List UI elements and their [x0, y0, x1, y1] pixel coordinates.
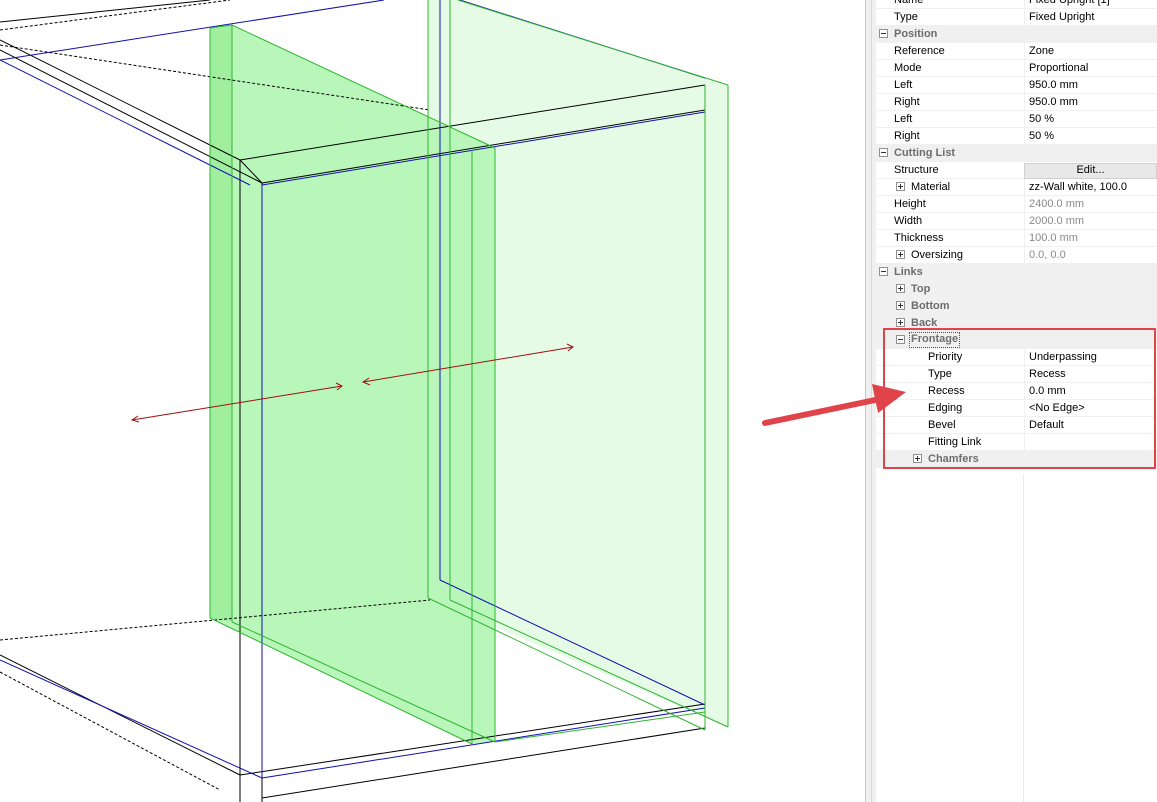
- front-panel-side: [210, 25, 232, 622]
- property-row-thickness[interactable]: Thickness 100.0 mm: [876, 230, 1157, 247]
- category-position[interactable]: Position: [876, 26, 1157, 43]
- property-row-right[interactable]: Right 950.0 mm: [876, 94, 1157, 111]
- property-label: Height: [894, 198, 926, 210]
- property-label: Right: [894, 130, 920, 142]
- property-row-material[interactable]: Material zz-Wall white, 100.0: [876, 179, 1157, 196]
- property-label: Top: [911, 283, 931, 295]
- property-label: Right: [894, 96, 920, 108]
- property-label: Links: [894, 266, 923, 278]
- property-row-height[interactable]: Height 2400.0 mm: [876, 196, 1157, 213]
- property-value[interactable]: 2400.0 mm: [1024, 196, 1157, 212]
- edit-structure-button[interactable]: Edit...: [1024, 163, 1157, 179]
- collapse-minus-icon[interactable]: [879, 267, 888, 276]
- property-label: Cutting List: [894, 147, 956, 159]
- property-value[interactable]: 950.0 mm: [1024, 77, 1157, 93]
- property-row-mode[interactable]: Mode Proportional: [876, 60, 1157, 77]
- property-value[interactable]: 2000.0 mm: [1024, 213, 1157, 229]
- property-label: Oversizing: [911, 249, 963, 261]
- property-value[interactable]: 0.0, 0.0: [1024, 247, 1157, 263]
- property-label: Name: [894, 0, 924, 6]
- category-links[interactable]: Links: [876, 264, 1157, 281]
- property-row-left[interactable]: Left 950.0 mm: [876, 77, 1157, 94]
- property-row-right[interactable]: Right 50 %: [876, 128, 1157, 145]
- category-top[interactable]: Top: [876, 281, 1157, 298]
- collapse-minus-icon[interactable]: [879, 29, 888, 38]
- expand-plus-icon[interactable]: [896, 284, 905, 293]
- property-value[interactable]: Zone: [1024, 43, 1157, 59]
- property-label: Bottom: [911, 300, 950, 312]
- property-row-oversizing[interactable]: Oversizing 0.0, 0.0: [876, 247, 1157, 264]
- property-value[interactable]: Fixed Upright: [1024, 9, 1157, 25]
- expand-plus-icon[interactable]: [896, 182, 905, 191]
- property-row-reference[interactable]: Reference Zone: [876, 43, 1157, 60]
- property-value[interactable]: 100.0 mm: [1024, 230, 1157, 246]
- value-column-divider: [1023, 474, 1024, 802]
- property-value[interactable]: zz-Wall white, 100.0: [1024, 179, 1157, 195]
- property-label: Position: [894, 28, 938, 40]
- annotation-highlight-box: [883, 328, 1156, 469]
- category-bottom[interactable]: Bottom: [876, 298, 1157, 315]
- property-label: Thickness: [894, 232, 944, 244]
- property-row-structure[interactable]: Structure Edit...: [876, 162, 1157, 179]
- property-row-type[interactable]: Type Fixed Upright: [876, 9, 1157, 26]
- property-value[interactable]: 950.0 mm: [1024, 94, 1157, 110]
- property-row-name[interactable]: Name Fixed Upright [1]: [876, 0, 1157, 9]
- expand-plus-icon[interactable]: [896, 250, 905, 259]
- property-label: Left: [894, 113, 913, 125]
- property-label: Reference: [894, 45, 945, 57]
- panel-splitter[interactable]: [865, 0, 872, 802]
- property-label: Mode: [894, 62, 922, 74]
- property-row-left[interactable]: Left 50 %: [876, 111, 1157, 128]
- collapse-minus-icon[interactable]: [879, 148, 888, 157]
- category-cutting-list[interactable]: Cutting List: [876, 145, 1157, 162]
- property-label: Width: [894, 215, 923, 227]
- property-value[interactable]: Proportional: [1024, 60, 1157, 76]
- front-panel-fill: [210, 25, 495, 744]
- property-label: Type: [894, 11, 918, 23]
- expand-plus-icon[interactable]: [896, 318, 905, 327]
- 3d-viewport[interactable]: [0, 0, 865, 802]
- property-label: Left: [894, 79, 913, 91]
- property-value[interactable]: Fixed Upright [1]: [1024, 0, 1157, 8]
- cabinet-3d-drawing: [0, 0, 729, 802]
- property-label: Structure: [894, 164, 939, 176]
- expand-plus-icon[interactable]: [896, 301, 905, 310]
- property-label: Material: [911, 181, 951, 193]
- property-value[interactable]: 50 %: [1024, 111, 1157, 127]
- property-row-width[interactable]: Width 2000.0 mm: [876, 213, 1157, 230]
- property-value[interactable]: 50 %: [1024, 128, 1157, 144]
